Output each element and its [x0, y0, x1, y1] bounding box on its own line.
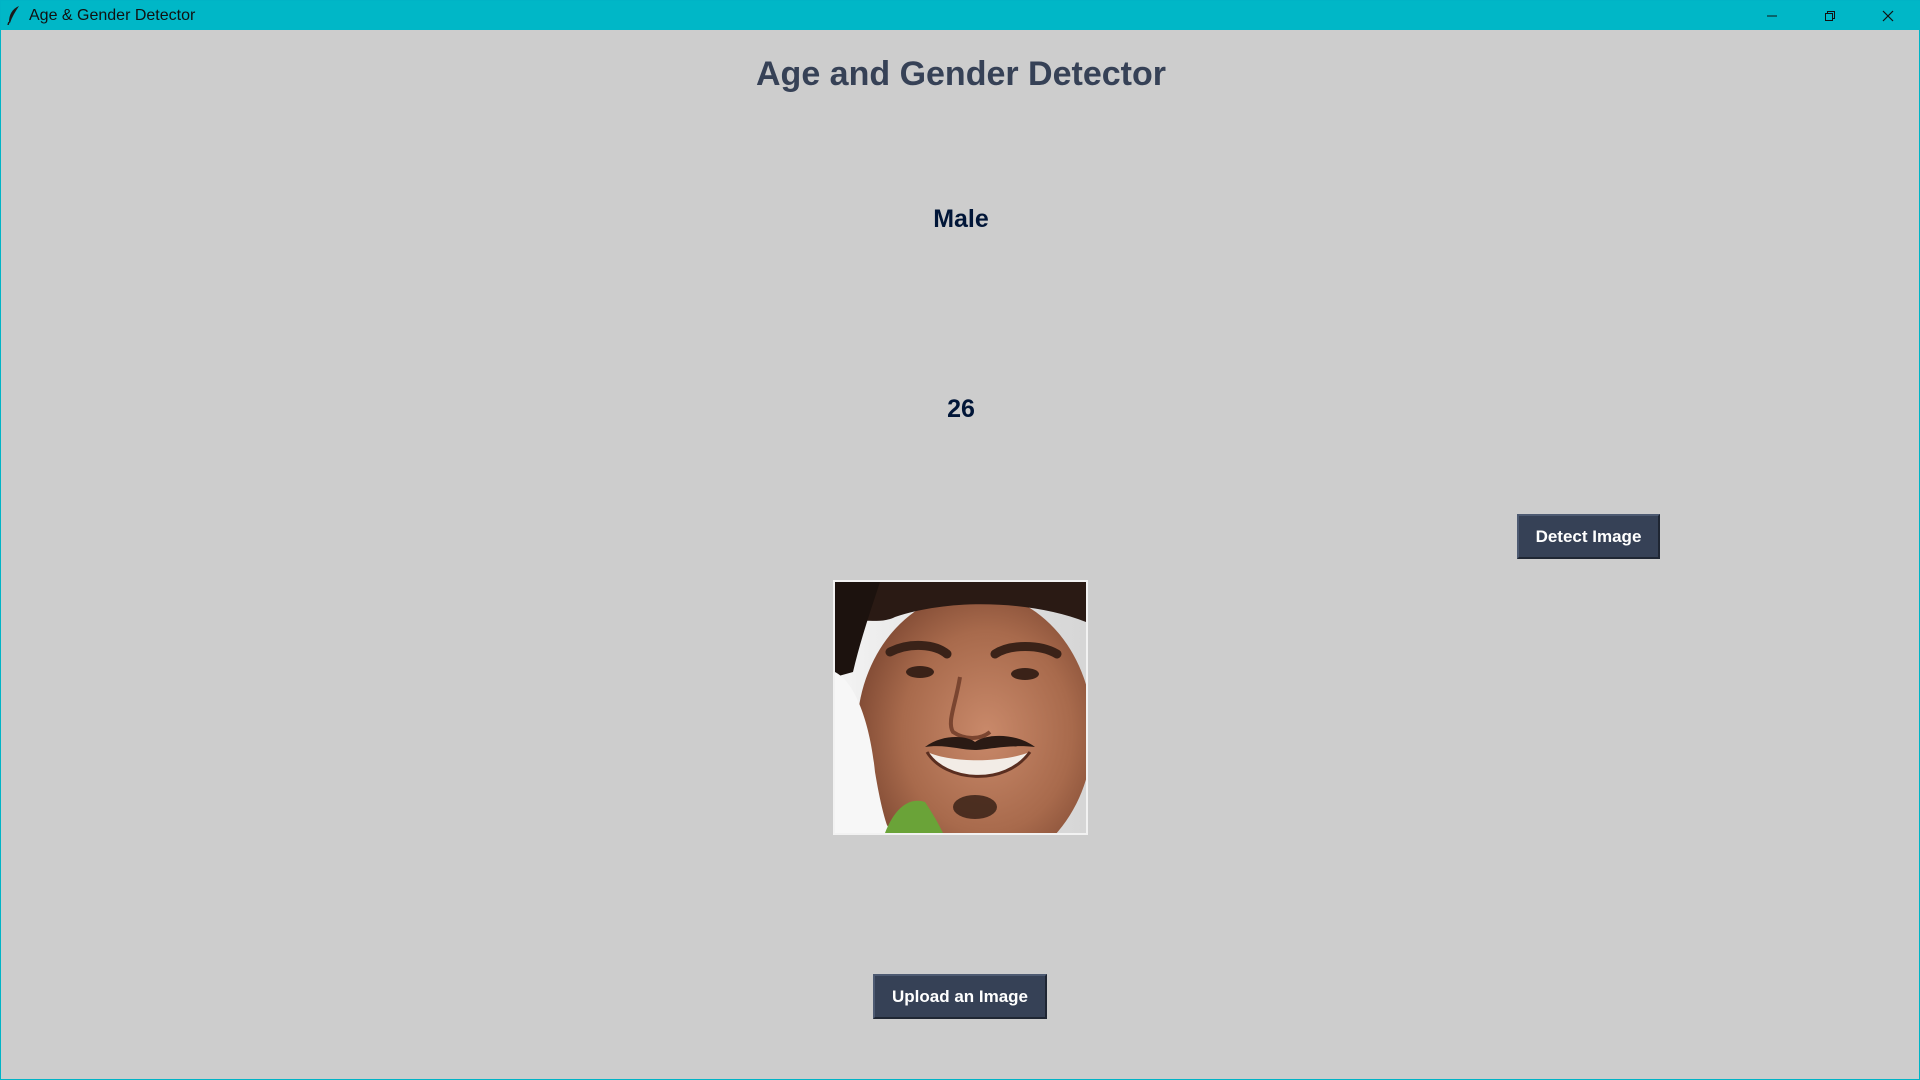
upload-image-button[interactable]: Upload an Image	[873, 974, 1047, 1019]
detect-image-button[interactable]: Detect Image	[1517, 514, 1660, 559]
title-bar[interactable]: Age & Gender Detector	[1, 1, 1920, 30]
restore-button[interactable]	[1807, 1, 1853, 30]
restore-icon	[1824, 10, 1836, 22]
window-title: Age & Gender Detector	[29, 7, 196, 24]
close-icon	[1882, 10, 1894, 22]
page-title: Age and Gender Detector	[756, 55, 1166, 93]
uploaded-image-preview	[833, 580, 1088, 835]
feather-icon	[6, 5, 22, 26]
age-result-label: 26	[947, 395, 975, 423]
uploaded-face-photo	[835, 582, 1086, 833]
app-window: Age & Gender Detector Age and Gender Det…	[0, 0, 1920, 1080]
minimize-button[interactable]	[1749, 1, 1795, 30]
close-button[interactable]	[1865, 1, 1911, 30]
gender-result-label: Male	[933, 205, 989, 233]
minimize-icon	[1766, 10, 1778, 22]
